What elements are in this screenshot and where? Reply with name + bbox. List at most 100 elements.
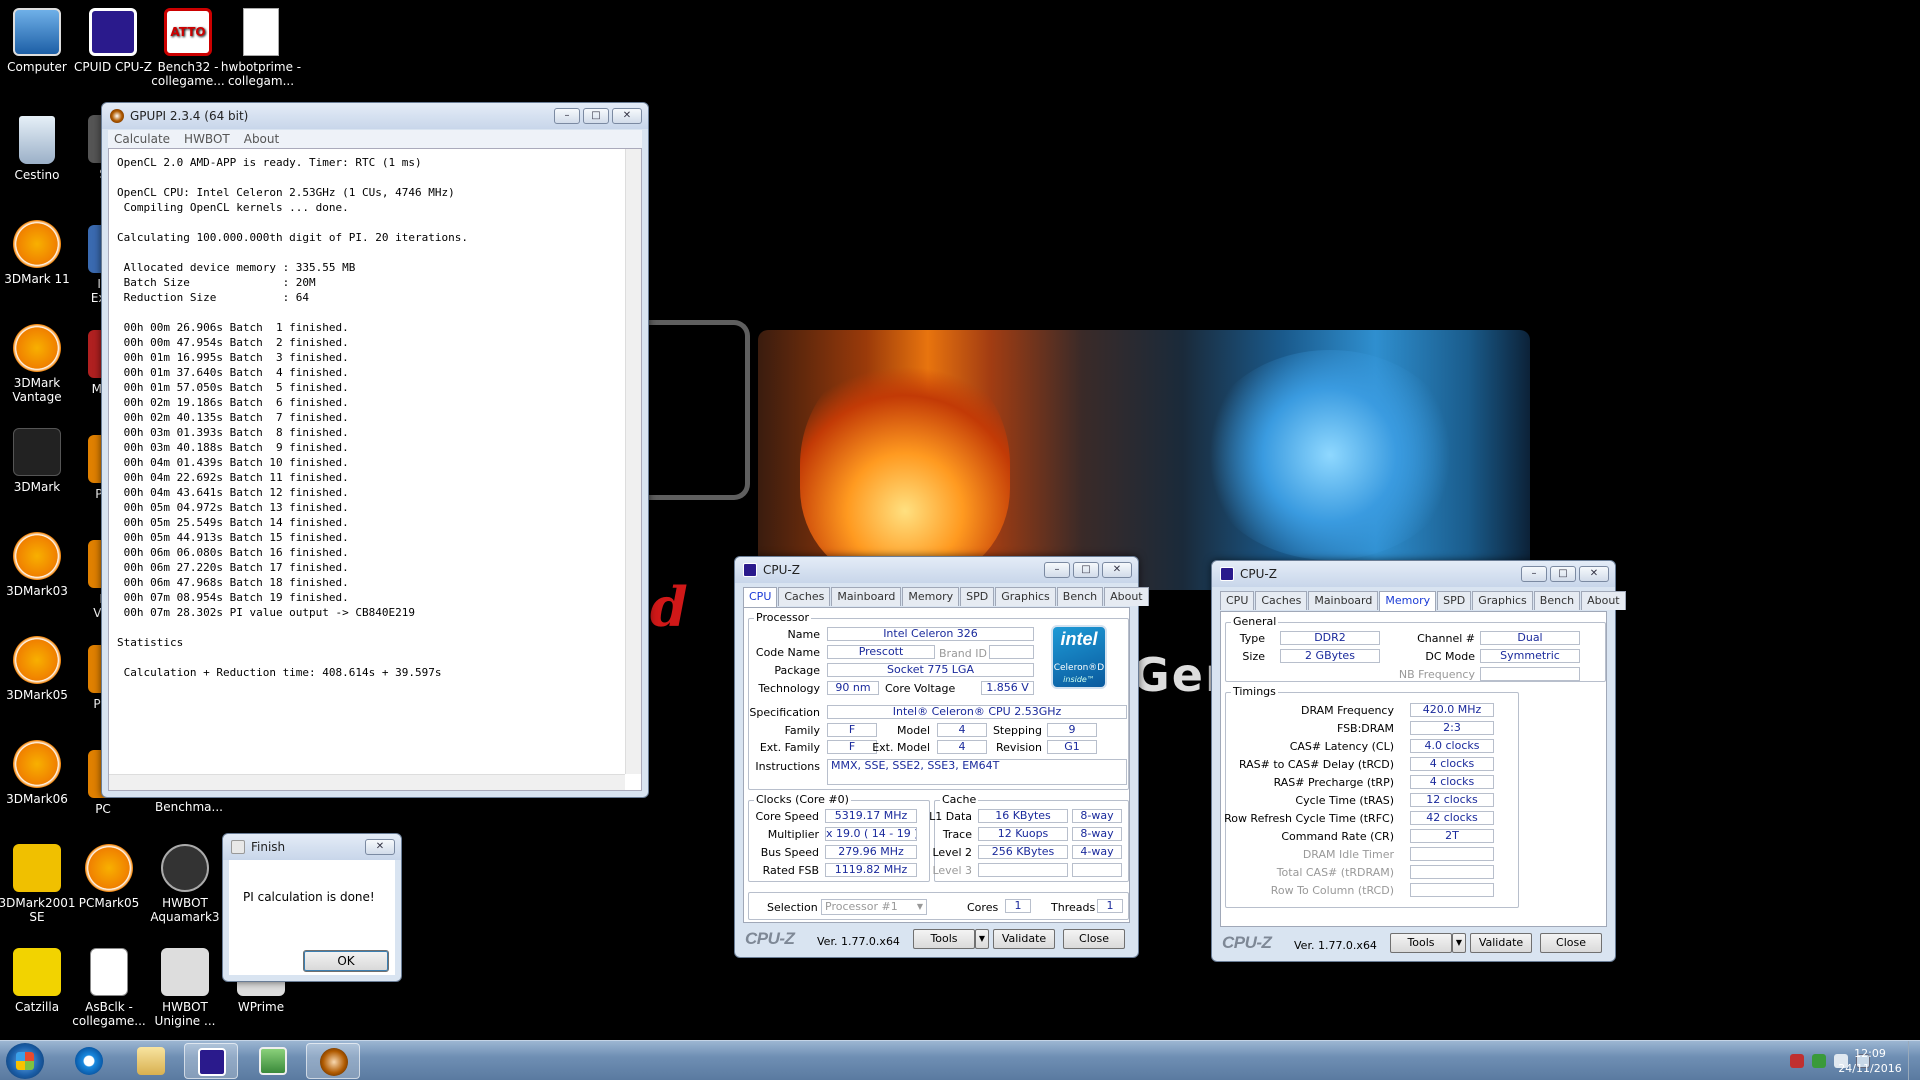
desktop-icon[interactable]: Cestino [0, 116, 78, 182]
tools-button[interactable]: Tools [1390, 933, 1452, 953]
desktop-icon[interactable]: 3DMark Vantage [0, 324, 78, 404]
close-button[interactable]: ✕ [365, 839, 395, 855]
desktop-icon[interactable]: HWBOT Unigine ... [144, 948, 226, 1028]
tab-memory[interactable]: Memory [902, 587, 960, 606]
stepping-value: 9 [1047, 723, 1097, 737]
intel-logo-brand: intel [1060, 629, 1098, 649]
tray-shield-icon[interactable] [1812, 1054, 1826, 1068]
desktop-icon-label: 3DMark 11 [4, 272, 70, 286]
desktop-icon[interactable]: HWBOT Aquamark3 [144, 844, 226, 924]
selection-row: Selection Processor #1 ▼ Cores 1 Threads … [748, 892, 1129, 920]
tab-caches[interactable]: Caches [1255, 591, 1308, 610]
tab-caches[interactable]: Caches [778, 587, 831, 606]
taskbar-ie[interactable] [62, 1043, 116, 1079]
stepping-label: Stepping [992, 724, 1042, 737]
clock-time: 12:09 [1854, 1047, 1886, 1060]
gpupi-output[interactable]: OpenCL 2.0 AMD-APP is ready. Timer: RTC … [108, 148, 642, 791]
vertical-scrollbar[interactable] [625, 149, 641, 774]
cpuz-memory-window[interactable]: CPU-Z – □ ✕ CPU Caches Mainboard Memory … [1211, 560, 1626, 962]
menu-calculate[interactable]: Calculate [114, 130, 170, 148]
finish-titlebar[interactable]: Finish ✕ [223, 834, 401, 860]
tab-mainboard[interactable]: Mainboard [1308, 591, 1379, 610]
desktop-icon[interactable]: Catzilla [0, 948, 78, 1014]
cpuz-titlebar[interactable]: CPU-Z – □ ✕ [735, 557, 1138, 583]
tab-graphics[interactable]: Graphics [1472, 591, 1533, 610]
close-button[interactable]: ✕ [1102, 562, 1132, 578]
desktop-icon[interactable]: 3DMark [0, 428, 78, 494]
timing-value [1410, 847, 1494, 861]
desktop-icon[interactable]: ATTO Bench32 - collegame... [147, 8, 229, 88]
tab-cpu[interactable]: CPU [743, 587, 778, 607]
horizontal-scrollbar[interactable] [109, 774, 625, 790]
close-app-button[interactable]: Close [1540, 933, 1602, 953]
timing-value: 420.0 MHz [1410, 703, 1494, 717]
output-line: 00h 07m 28.302s PI value output -> CB840… [117, 606, 416, 619]
cpuz-titlebar[interactable]: CPU-Z – □ ✕ [1212, 561, 1615, 587]
gpupi-window[interactable]: GPUPI 2.3.4 (64 bit) – □ ✕ Calculate HWB… [101, 102, 649, 798]
desktop-icon[interactable]: 3DMark 11 [0, 220, 78, 286]
desktop-icon[interactable]: CPUID CPU-Z [72, 8, 154, 74]
channel-label: Channel # [1417, 632, 1475, 645]
timing-label: CAS# Latency (CL) [1289, 740, 1394, 753]
tray-red-icon[interactable] [1790, 1054, 1804, 1068]
validate-button[interactable]: Validate [993, 929, 1055, 949]
desktop-icon[interactable]: AsBclk - collegame... [68, 948, 150, 1028]
minimize-button[interactable]: – [554, 108, 580, 124]
validate-button[interactable]: Validate [1470, 933, 1532, 953]
gpupi-titlebar[interactable]: GPUPI 2.3.4 (64 bit) – □ ✕ [102, 103, 648, 129]
specification-value: Intel® Celeron® CPU 2.53GHz [827, 705, 1127, 719]
show-desktop-button[interactable] [1908, 1041, 1920, 1080]
bus-speed-label: Bus Speed [760, 846, 819, 859]
menu-hwbot[interactable]: HWBOT [184, 130, 230, 148]
desktop-icon[interactable]: 3DMark05 [0, 636, 78, 702]
desktop-icon[interactable]: 3DMark06 [0, 740, 78, 806]
tab-mainboard[interactable]: Mainboard [831, 587, 902, 606]
desktop-icon[interactable]: hwbotprime - collegam... [220, 8, 302, 88]
close-app-button[interactable]: Close [1063, 929, 1125, 949]
tab-graphics[interactable]: Graphics [995, 587, 1056, 606]
taskbar-image-viewer[interactable] [246, 1043, 300, 1079]
taskbar-clock[interactable]: 12:09 24/11/2016 [1830, 1046, 1910, 1076]
close-button[interactable]: ✕ [612, 108, 642, 124]
tab-about[interactable]: About [1104, 587, 1149, 606]
maximize-button[interactable]: □ [1073, 562, 1099, 578]
output-line: Statistics [117, 636, 184, 649]
general-group: General Type DDR2 Size 2 GBytes Channel … [1225, 615, 1606, 682]
taskbar-explorer[interactable] [124, 1043, 178, 1079]
desktop-icon[interactable]: 3DMark2001 SE [0, 844, 78, 924]
tab-bench[interactable]: Bench [1056, 587, 1104, 606]
desktop-icon-label[interactable]: Benchma... [148, 800, 230, 814]
desktop-icon[interactable]: Computer [0, 8, 78, 74]
ok-button[interactable]: OK [303, 950, 389, 972]
tab-memory[interactable]: Memory [1379, 591, 1437, 611]
timing-label: Command Rate (CR) [1281, 830, 1394, 843]
tab-bench[interactable]: Bench [1533, 591, 1581, 610]
timing-label: Row Refresh Cycle Time (tRFC) [1224, 812, 1394, 825]
minimize-button[interactable]: – [1044, 562, 1070, 578]
tools-dropdown-icon[interactable]: ▼ [1452, 933, 1466, 953]
processor-select[interactable]: Processor #1 ▼ [821, 899, 927, 915]
cpuz-cpu-window[interactable]: CPU-Z – □ ✕ CPU Caches Mainboard Memory … [734, 556, 1149, 958]
taskbar-cpuz[interactable] [184, 1043, 238, 1079]
maximize-button[interactable]: □ [1550, 566, 1576, 582]
timings-group: Timings DRAM Frequency 420.0 MHz FSB:DRAM 2… [1224, 685, 1519, 908]
desktop-icon[interactable]: PCMark05 [68, 844, 150, 910]
maximize-button[interactable]: □ [583, 108, 609, 124]
desktop-icon[interactable]: 3DMark03 [0, 532, 78, 598]
start-button[interactable] [6, 1043, 44, 1079]
timing-value: 4.0 clocks [1410, 739, 1494, 753]
tab-spd[interactable]: SPD [960, 587, 995, 606]
technology-value: 90 nm [827, 681, 879, 695]
taskbar-gpupi[interactable] [306, 1043, 360, 1079]
tools-button[interactable]: Tools [913, 929, 975, 949]
finish-dialog[interactable]: Finish ✕ PI calculation is done! OK [222, 833, 402, 982]
tab-cpu[interactable]: CPU [1220, 591, 1255, 610]
menu-about[interactable]: About [244, 130, 279, 148]
tools-dropdown-icon[interactable]: ▼ [975, 929, 989, 949]
3dmark-icon [13, 532, 61, 580]
minimize-button[interactable]: – [1521, 566, 1547, 582]
tab-about[interactable]: About [1581, 591, 1626, 610]
core-speed-label: Core Speed [755, 810, 819, 823]
tab-spd[interactable]: SPD [1437, 591, 1472, 610]
close-button[interactable]: ✕ [1579, 566, 1609, 582]
